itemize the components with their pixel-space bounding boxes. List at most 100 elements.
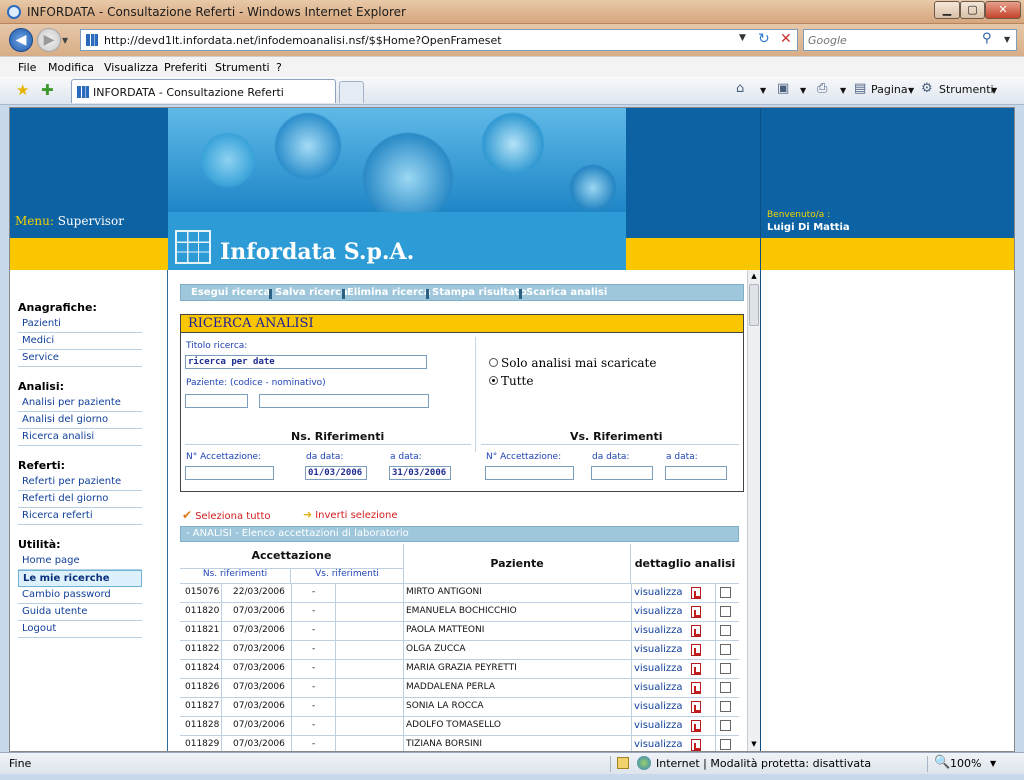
radio-circle-selected[interactable] (489, 376, 498, 385)
visualizza-link[interactable]: visualizza (634, 701, 683, 712)
feeds-dropdown-icon[interactable]: ▼ (800, 86, 806, 95)
radio-solo-mai-scaricate[interactable]: Solo analisi mai scaricate (489, 356, 656, 370)
salva-ricerca-button[interactable]: Salva ricerca (275, 287, 348, 298)
row-select-checkbox[interactable] (720, 587, 731, 598)
page-dropdown-icon[interactable]: ▼ (908, 86, 914, 95)
stampa-risultato-button[interactable]: Stampa risultato (432, 287, 527, 298)
ns-a-data-field[interactable]: 31/03/2006 (389, 466, 451, 480)
ns-accettazione-field[interactable] (185, 466, 274, 480)
close-window-button[interactable]: ✕ (985, 1, 1021, 19)
zoom-level[interactable]: 100% (950, 757, 981, 770)
address-dropdown-icon[interactable]: ▼ (739, 33, 746, 43)
search-input[interactable] (808, 32, 978, 48)
sidebar-item-home-page[interactable]: Home page (18, 553, 142, 570)
menu-help[interactable]: ? (276, 61, 282, 74)
menu-file[interactable]: File (18, 61, 36, 74)
scroll-up-icon[interactable]: ▲ (748, 270, 760, 283)
select-all-link[interactable]: ✔ Seleziona tutto (182, 508, 271, 522)
visualizza-link[interactable]: visualizza (634, 625, 683, 636)
new-tab-button[interactable] (339, 81, 364, 103)
visualizza-link[interactable]: visualizza (634, 644, 683, 655)
menu-visualizza[interactable]: Visualizza (104, 61, 158, 74)
sidebar-item-ricerca-analisi[interactable]: Ricerca analisi (18, 429, 142, 446)
menu-strumenti[interactable]: Strumenti (215, 61, 270, 74)
pdf-icon[interactable] (691, 663, 701, 675)
pdf-icon[interactable] (691, 625, 701, 637)
menu-modifica[interactable]: Modifica (48, 61, 94, 74)
row-select-checkbox[interactable] (720, 663, 731, 674)
radio-circle[interactable] (489, 358, 498, 367)
search-icon[interactable]: ⚲ (982, 31, 992, 46)
address-bar[interactable]: http://devd1lt.infordata.net/infodemoana… (80, 29, 798, 51)
sidebar-item-referti-del-giorno[interactable]: Referti del giorno (18, 491, 142, 508)
menu-preferiti[interactable]: Preferiti (164, 61, 207, 74)
visualizza-link[interactable]: visualizza (634, 720, 683, 731)
search-box[interactable]: ⚲ ▼ (803, 29, 1017, 51)
home-dropdown-icon[interactable]: ▼ (760, 86, 766, 95)
address-url[interactable]: http://devd1lt.infordata.net/infodemoana… (104, 34, 502, 47)
scarica-analisi-button[interactable]: Scarica analisi (526, 287, 607, 298)
pdf-icon[interactable] (691, 720, 701, 732)
favorites-star-icon[interactable]: ★ (16, 81, 29, 99)
browser-tab[interactable]: INFORDATA - Consultazione Referti (71, 79, 336, 103)
visualizza-link[interactable]: visualizza (634, 663, 683, 674)
sidebar-item-ricerca-referti[interactable]: Ricerca referti (18, 508, 142, 525)
sidebar-item-referti-per-paziente[interactable]: Referti per paziente (18, 474, 142, 491)
minimize-button[interactable]: ▁ (934, 1, 960, 19)
sidebar-item-cambio-password[interactable]: Cambio password (18, 587, 142, 604)
content-scrollbar[interactable]: ▲ ▼ (747, 270, 760, 751)
zoom-dropdown-icon[interactable]: ▼ (990, 759, 996, 768)
sidebar-item-analisi-del-giorno[interactable]: Analisi del giorno (18, 412, 142, 429)
visualizza-link[interactable]: visualizza (634, 587, 683, 598)
pdf-icon[interactable] (691, 682, 701, 694)
search-options-dropdown-icon[interactable]: ▼ (1004, 35, 1010, 44)
radio-tutte[interactable]: Tutte (489, 374, 533, 388)
elimina-ricerca-button[interactable]: Elimina ricerca (347, 287, 431, 298)
pdf-icon[interactable] (691, 587, 701, 599)
titolo-ricerca-field[interactable]: ricerca per date (185, 355, 427, 369)
maximize-button[interactable]: ▢ (960, 1, 985, 19)
sidebar-item-medici[interactable]: Medici (18, 333, 142, 350)
paziente-name-field[interactable] (259, 394, 429, 408)
sidebar-item-analisi-per-paziente[interactable]: Analisi per paziente (18, 395, 142, 412)
sidebar-item-pazienti[interactable]: Pazienti (18, 316, 142, 333)
row-select-checkbox[interactable] (720, 644, 731, 655)
stop-icon[interactable]: ✕ (780, 31, 792, 47)
vs-accettazione-field[interactable] (485, 466, 574, 480)
row-select-checkbox[interactable] (720, 625, 731, 636)
visualizza-link[interactable]: visualizza (634, 682, 683, 693)
paziente-code-field[interactable] (185, 394, 248, 408)
invert-selection-link[interactable]: ➜ Inverti selezione (303, 508, 398, 521)
row-select-checkbox[interactable] (720, 701, 731, 712)
esegui-ricerca-button[interactable]: Esegui ricerca (191, 287, 270, 298)
scroll-down-icon[interactable]: ▼ (748, 738, 760, 751)
pdf-icon[interactable] (691, 644, 701, 656)
sidebar-item-le-mie-ricerche[interactable]: Le mie ricerche (18, 570, 142, 587)
row-select-checkbox[interactable] (720, 682, 731, 693)
page-menu[interactable]: Pagina (871, 83, 908, 96)
home-icon[interactable]: ⌂ (736, 81, 744, 96)
pdf-icon[interactable] (691, 606, 701, 618)
visualizza-link[interactable]: visualizza (634, 606, 683, 617)
print-icon[interactable]: ⎙ (817, 81, 827, 96)
sidebar-item-guida-utente[interactable]: Guida utente (18, 604, 142, 621)
row-select-checkbox[interactable] (720, 739, 731, 750)
tools-dropdown-icon[interactable]: ▼ (991, 86, 997, 95)
ns-da-data-field[interactable]: 01/03/2006 (305, 466, 367, 480)
sidebar-item-service[interactable]: Service (18, 350, 142, 367)
feeds-icon[interactable]: ▣ (777, 81, 789, 96)
back-button[interactable]: ◀ (9, 28, 33, 52)
row-select-checkbox[interactable] (720, 720, 731, 731)
visualizza-link[interactable]: visualizza (634, 739, 683, 750)
recent-pages-dropdown-icon[interactable]: ▼ (62, 36, 68, 45)
vs-da-data-field[interactable] (591, 466, 653, 480)
sidebar-item-logout[interactable]: Logout (18, 621, 142, 638)
pdf-icon[interactable] (691, 739, 701, 751)
zoom-icon[interactable]: 🔍 (934, 755, 950, 770)
vs-a-data-field[interactable] (665, 466, 727, 480)
pdf-icon[interactable] (691, 701, 701, 713)
refresh-icon[interactable]: ↻ (758, 31, 770, 47)
tools-menu[interactable]: Strumenti (939, 83, 994, 96)
add-favorite-icon[interactable]: ✚ (41, 81, 54, 99)
row-select-checkbox[interactable] (720, 606, 731, 617)
